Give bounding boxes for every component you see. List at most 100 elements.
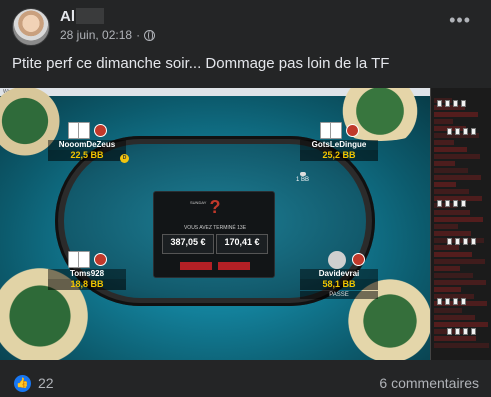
seat-top-right: GotsLeDingue 25,2 BB (300, 122, 378, 161)
mini-card (463, 328, 468, 335)
hole-cards (48, 122, 126, 140)
history-row (434, 175, 481, 180)
mini-card (437, 298, 442, 305)
history-row (434, 252, 472, 257)
mini-card (445, 100, 450, 107)
mini-card (471, 328, 476, 335)
mini-card (453, 200, 458, 207)
bounty-chip (352, 253, 365, 266)
player-stack: 22,5 BB (48, 150, 126, 161)
globe-icon (144, 29, 156, 41)
player-name: GotsLeDingue (300, 140, 378, 150)
history-row (434, 266, 460, 271)
history-row (434, 189, 469, 194)
mini-card (437, 100, 442, 107)
post-image[interactable]: Winamax ? SUNDAY VOUS AVEZ TERMINÉ 13E 3… (0, 88, 491, 360)
result-title: VOUS AVEZ TERMINÉ 13E (183, 225, 247, 231)
post-meta: 28 juin, 02:18 · (60, 28, 156, 42)
avatar[interactable] (12, 8, 50, 46)
player-name: Davidevrai (300, 269, 378, 279)
history-row (434, 308, 462, 313)
history-row (434, 273, 473, 278)
thumbs-up-icon[interactable]: 👍 (14, 375, 31, 392)
mini-card (447, 128, 452, 135)
more-dots-icon[interactable]: ••• (449, 10, 471, 31)
prize-right: 170,41 € (216, 234, 268, 254)
dealer-button: D (120, 154, 129, 163)
history-row (434, 280, 486, 285)
history-row (434, 147, 467, 152)
bounty-chip (94, 253, 107, 266)
history-row (434, 161, 455, 166)
hand-history-panel (430, 88, 491, 360)
history-row (434, 154, 480, 159)
card-back (330, 122, 342, 139)
player-name: NooomDeZeus (48, 140, 126, 150)
mini-card (437, 200, 442, 207)
mini-card (455, 238, 460, 245)
like-count[interactable]: 22 (38, 375, 54, 391)
history-row (434, 112, 478, 117)
mini-card (461, 298, 466, 305)
bounty-chip (94, 124, 107, 137)
card-back (78, 251, 90, 268)
post-caption: Ptite perf ce dimanche soir... Dommage p… (12, 55, 390, 72)
mini-card (471, 128, 476, 135)
seat-top-left: NooomDeZeus 22,5 BB (48, 122, 126, 161)
tournament-logo-text: SUNDAY (190, 200, 207, 205)
history-row (434, 210, 470, 215)
history-row (434, 224, 458, 229)
player-stack: 25,2 BB (300, 150, 378, 161)
mini-card (461, 100, 466, 107)
mini-card (447, 328, 452, 335)
player-stack: 58,1 BB (300, 279, 378, 290)
card-back (78, 122, 90, 139)
mini-card (455, 328, 460, 335)
history-row (434, 140, 454, 145)
history-row (434, 119, 453, 124)
author-name-redaction (76, 8, 104, 24)
mini-card (471, 238, 476, 245)
mini-card (453, 100, 458, 107)
player-avatar (328, 251, 346, 269)
mini-card (445, 200, 450, 207)
player-name: Toms928 (48, 269, 126, 279)
post-header: Al 28 juin, 02:18 · ••• (0, 0, 491, 52)
history-row (434, 287, 461, 292)
history-row (434, 322, 488, 327)
player-stack: 18,8 BB (48, 279, 126, 290)
comment-count[interactable]: 6 commentaires (379, 375, 479, 391)
mini-card (453, 298, 458, 305)
result-button-left[interactable] (180, 262, 212, 270)
result-button-right[interactable] (218, 262, 250, 270)
tournament-logo: ? (209, 197, 221, 217)
history-row (434, 315, 475, 320)
history-row (434, 168, 468, 173)
history-row (434, 245, 459, 250)
hole-cards (300, 251, 378, 269)
bet-amount: 1 BB (296, 172, 309, 183)
mini-card (445, 298, 450, 305)
mini-card (461, 200, 466, 207)
prize-right-value: 170,41 € (224, 237, 260, 247)
seat-bottom-left: Toms928 18,8 BB (48, 251, 126, 290)
post-date[interactable]: 28 juin, 02:18 (60, 28, 132, 42)
mini-card (463, 238, 468, 245)
mini-card (463, 128, 468, 135)
history-row (434, 343, 489, 348)
history-row (434, 182, 456, 187)
post-footer: 👍 22 6 commentaires (0, 360, 491, 397)
author-name[interactable]: Al (60, 8, 75, 25)
history-row (434, 259, 485, 264)
prize-left: 387,05 € (162, 234, 214, 254)
meta-separator: · (136, 28, 141, 42)
mini-card (455, 128, 460, 135)
hole-cards (48, 251, 126, 269)
mini-card (447, 238, 452, 245)
hole-cards (300, 122, 378, 140)
seat-bottom-right: Davidevrai 58,1 BB PASSE (300, 251, 378, 299)
player-action: PASSE (300, 291, 378, 299)
history-row (434, 336, 476, 341)
bounty-chip (346, 124, 359, 137)
poker-scene: ? SUNDAY VOUS AVEZ TERMINÉ 13E 387,05 € … (0, 88, 450, 360)
